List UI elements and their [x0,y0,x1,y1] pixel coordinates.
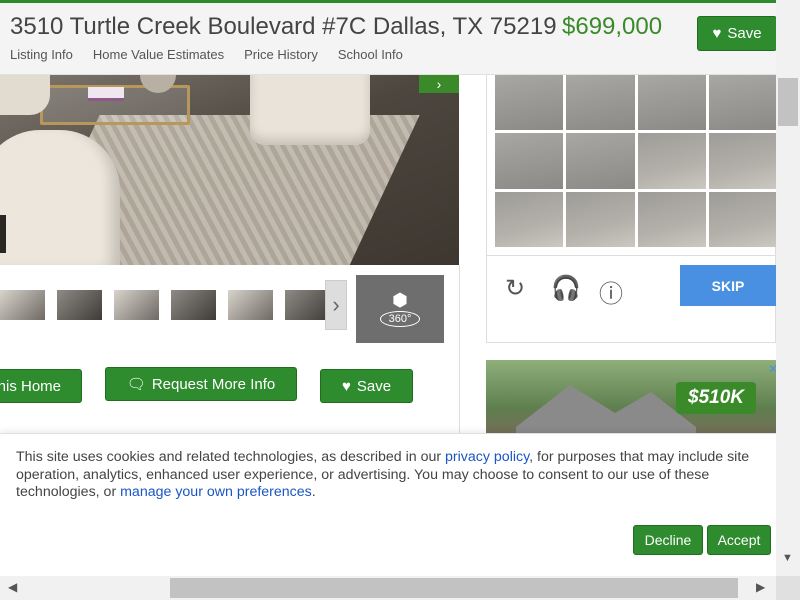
request-more-info-button[interactable]: 🗨 Request More Info [105,367,297,401]
save-button-label: Save [356,377,392,395]
vertical-scrollbar[interactable]: ▼ [776,0,800,576]
cube-icon: ⬢ [392,290,408,310]
cookie-message: This site uses cookies and related techn… [16,449,766,502]
thumbnail[interactable] [228,290,273,320]
save-button[interactable]: ♥ Save [320,369,413,403]
captcha-image-grid [495,75,777,247]
captcha-tile[interactable] [566,133,635,189]
save-listing-button[interactable]: ♥ Save [697,16,777,51]
listing-price: $699,000 [562,13,663,40]
headphones-icon[interactable]: 🎧 [551,274,581,303]
accept-button[interactable]: Accept [707,525,771,555]
captcha-tile[interactable] [495,191,564,247]
thumbnail[interactable] [57,290,102,320]
thumbnail[interactable] [171,290,216,320]
save-label: Save [727,25,762,42]
heart-icon: ♥ [341,377,351,395]
column-divider [459,265,460,435]
scrollbar-corner [776,576,800,600]
cookie-text-3: . [311,484,316,500]
privacy-policy-link[interactable]: privacy policy [445,449,529,465]
photo-prev-edge [0,215,6,253]
this-home-label: his Home [0,377,61,395]
captcha-tile[interactable] [637,191,706,247]
captcha-tile[interactable] [708,191,777,247]
vertical-scroll-thumb[interactable] [778,78,798,126]
reload-icon[interactable]: ↻ [505,274,525,303]
thumbnail[interactable] [114,290,159,320]
tour-360-label: 360° [379,311,421,327]
photo-book [88,87,124,101]
this-home-button[interactable]: his Home [0,369,82,403]
info-icon[interactable]: ⓘ [599,274,623,309]
cookie-text-1: This site uses cookies and related techn… [16,449,446,465]
horizontal-scrollbar[interactable]: ◀ ▶ [0,576,800,600]
thumbnail[interactable] [0,290,45,320]
captcha-tile[interactable] [637,133,706,189]
nav-school-info[interactable]: School Info [338,47,403,62]
photo-next-icon[interactable]: › [419,75,459,93]
thumbnails-next-button[interactable]: › [325,280,347,330]
listing-header: 3510 Turtle Creek Boulevard #7C Dallas, … [0,0,777,75]
captcha-tile[interactable] [566,191,635,247]
skip-button[interactable]: SKIP [680,265,776,306]
photo-armchair [250,75,370,145]
nav-home-value-estimates[interactable]: Home Value Estimates [93,47,224,62]
captcha-tile[interactable] [566,75,635,131]
photo-sofa [0,130,120,265]
captcha-tile[interactable] [495,75,564,131]
ad-price-badge: $510K [676,382,756,414]
virtual-tour-button[interactable]: ⬢ 360° [356,275,444,343]
heart-icon: ♥ [712,25,722,42]
nav-listing-info[interactable]: Listing Info [10,47,73,62]
horizontal-scroll-thumb[interactable] [170,578,738,598]
manage-preferences-link[interactable]: manage your own preferences [120,484,312,500]
main-listing-photo[interactable]: › [0,75,459,265]
thumbnail-strip [0,290,330,322]
chat-bubble-icon: 🗨 [126,376,146,393]
cookie-consent-banner: This site uses cookies and related techn… [0,433,776,576]
photo-sofa-back [0,75,50,115]
ad-house-image [516,385,696,440]
captcha-tile[interactable] [708,133,777,189]
decline-button[interactable]: Decline [633,525,703,555]
request-more-info-label: Request More Info [151,375,276,393]
listing-address: 3510 Turtle Creek Boulevard #7C Dallas, … [10,13,557,40]
nav-price-history[interactable]: Price History [244,47,318,62]
listing-nav: Listing Info Home Value Estimates Price … [10,47,403,62]
captcha-tile[interactable] [708,75,777,131]
captcha-tile[interactable] [495,133,564,189]
captcha-tile[interactable] [637,75,706,131]
ad-banner[interactable]: $510K [486,360,776,440]
scroll-left-icon[interactable]: ◀ [8,580,17,594]
chevron-right-icon: › [332,292,340,317]
captcha-panel: ↻ 🎧 ⓘ SKIP [486,75,777,343]
scroll-right-icon[interactable]: ▶ [756,580,765,594]
scroll-down-icon[interactable]: ▼ [782,552,793,564]
thumbnail[interactable] [285,290,330,320]
